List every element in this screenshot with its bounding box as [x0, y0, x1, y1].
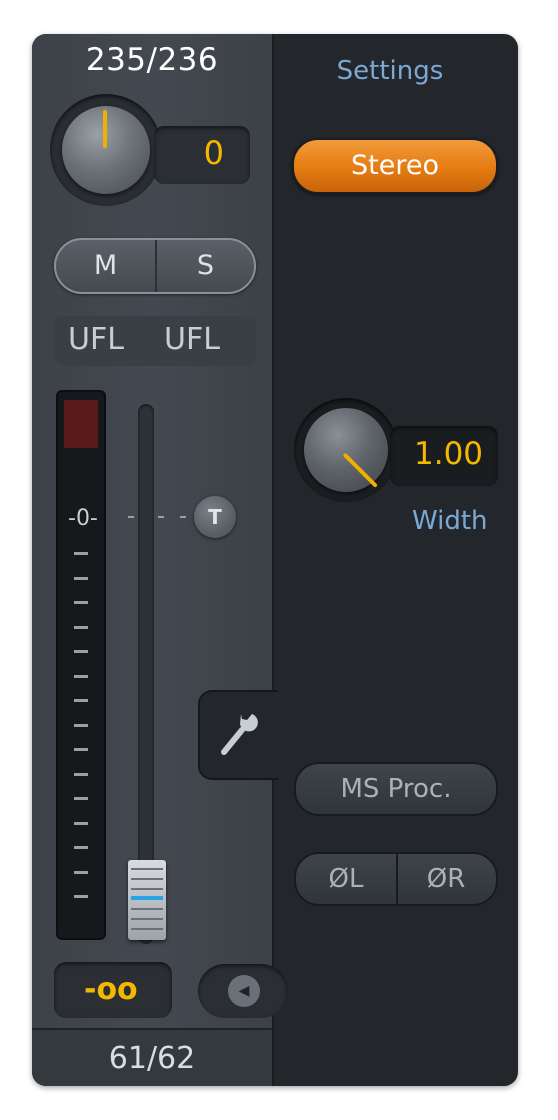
gain-knob-pointer: [103, 110, 107, 148]
level-meter: -0-: [56, 390, 106, 940]
meter-tick: [74, 650, 88, 653]
gain-knob-well: [50, 94, 162, 206]
clip-indicator: [64, 400, 98, 448]
meter-tick: [74, 772, 88, 776]
channel-strip: 235/236 0 M S UFL UFL -0- T -oo ◀ 61/62: [32, 34, 288, 1086]
mixer-panel: 235/236 0 M S UFL UFL -0- T -oo ◀ 61/62 …: [32, 34, 518, 1086]
zero-dash: [128, 516, 134, 518]
meter-tick: [74, 748, 88, 751]
meter-tick: [74, 895, 88, 898]
width-knob[interactable]: [304, 408, 388, 492]
gain-knob[interactable]: [62, 106, 150, 194]
width-value-field[interactable]: 1.00: [390, 426, 498, 486]
meter-tick: [74, 870, 88, 874]
meter-tick: [74, 723, 88, 727]
talkback-button[interactable]: T: [194, 496, 236, 538]
fader-center-line: [131, 896, 163, 900]
level-readout: UFL UFL: [54, 316, 256, 366]
width-knob-well: [294, 398, 398, 502]
meter-tick: [74, 576, 88, 580]
phase-right-button[interactable]: ØR: [396, 854, 496, 904]
zero-dash: [158, 516, 164, 518]
level-right: UFL: [164, 322, 220, 357]
fader-value: -oo: [84, 972, 138, 1007]
channel-footer: 61/62: [32, 1028, 272, 1086]
gain-value: 0: [203, 134, 224, 172]
settings-tab[interactable]: [198, 690, 278, 780]
phase-invert-group: ØL ØR: [294, 852, 498, 906]
gain-value-field[interactable]: 0: [154, 126, 250, 184]
wrench-icon: [221, 714, 258, 755]
solo-button[interactable]: S: [156, 240, 254, 292]
meter-tick: [74, 699, 88, 702]
mute-button[interactable]: M: [56, 240, 157, 292]
meter-tick: [74, 797, 88, 800]
settings-title: Settings: [336, 56, 444, 86]
width-knob-pointer: [342, 452, 378, 488]
level-left: UFL: [68, 322, 124, 357]
meter-tick: [74, 846, 88, 849]
panel-collapse-button[interactable]: ◀: [198, 964, 288, 1018]
width-label: Width: [412, 506, 488, 536]
meter-tick: [74, 674, 88, 678]
zero-dash: [180, 516, 186, 518]
meter-tick: [74, 552, 88, 555]
mute-solo-group: M S: [54, 238, 256, 294]
fader-value-field[interactable]: -oo: [54, 962, 172, 1018]
arrow-left-icon: ◀: [228, 975, 260, 1007]
channel-title: 235/236: [85, 42, 219, 78]
meter-tick: [74, 821, 88, 825]
meter-tick: [74, 601, 88, 604]
meter-zero-label: -0-: [68, 506, 98, 531]
fader-handle[interactable]: [128, 860, 166, 940]
meter-tick: [74, 625, 88, 629]
stereo-button[interactable]: Stereo: [292, 138, 498, 194]
ms-proc-button[interactable]: MS Proc.: [294, 762, 498, 816]
phase-left-button[interactable]: ØL: [296, 854, 398, 904]
width-value: 1.00: [414, 436, 484, 472]
